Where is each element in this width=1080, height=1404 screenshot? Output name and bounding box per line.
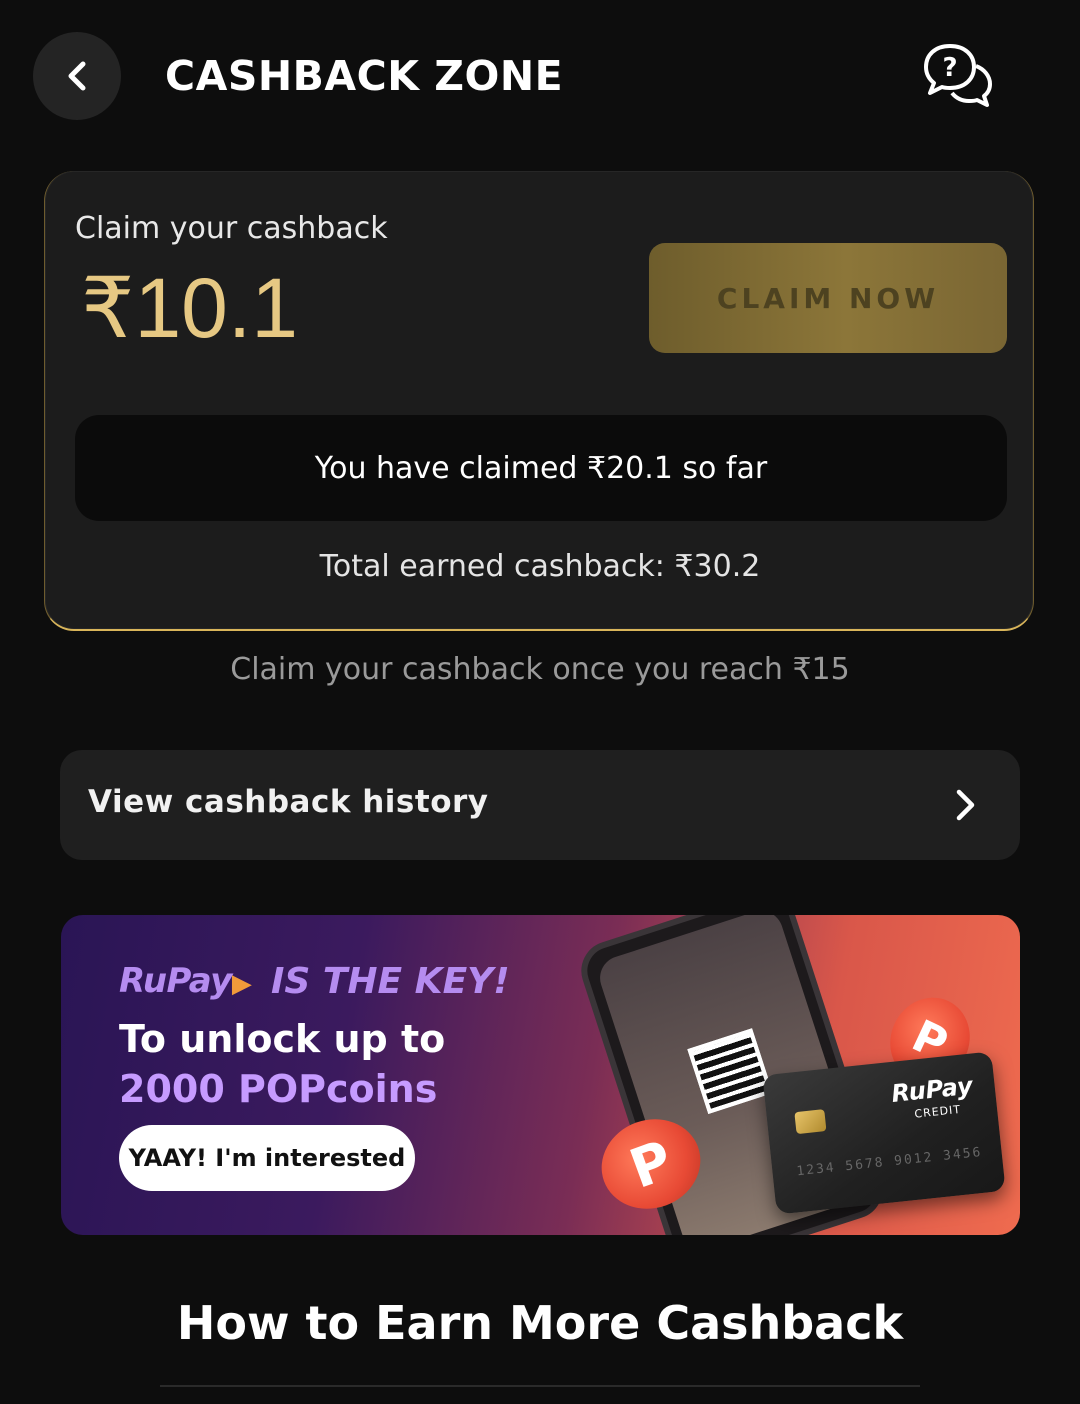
total-earned-cashback: Total earned cashback: ₹30.2 [319,549,761,584]
card-type: CREDIT [913,1102,962,1121]
rupay-card-illustration: RuPay CREDIT 1234 5678 9012 3456 [762,1051,1006,1215]
rupay-logo: RuPay▶ [119,961,252,1001]
card-chip-icon [794,1109,827,1135]
card-number: 1234 5678 9012 3456 [795,1144,984,1180]
page-title: CASHBACK ZONE [165,52,564,100]
claim-card: Claim your cashback ₹10.1 CLAIM NOW You … [44,171,1034,631]
interested-button[interactable]: YAAY! I'm interested [119,1125,415,1191]
chevron-right-icon [956,789,975,821]
help-chat-icon: ? [924,44,992,107]
rupay-promo-banner[interactable]: P P RuPay CREDIT 1234 5678 9012 3456 RuP… [61,915,1020,1235]
claim-label: Claim your cashback [75,211,388,246]
rupay-arrow-icon: ▶ [231,969,252,999]
claim-now-button[interactable]: CLAIM NOW [649,243,1007,353]
claimed-so-far: You have claimed ₹20.1 so far [75,415,1007,521]
chevron-left-icon [68,61,86,91]
section-heading: How to Earn More Cashback [176,1296,904,1350]
history-label: View cashback history [88,784,489,820]
rupay-logo-text: RuPay [119,961,232,1001]
svg-text:?: ? [942,53,957,83]
qr-code-illustration [687,1028,774,1114]
banner-headline: To unlock up to [119,1017,446,1061]
claim-amount: ₹10.1 [81,261,298,355]
help-button[interactable]: ? [920,40,996,116]
banner-popcoins: 2000 POPcoins [119,1067,438,1111]
banner-tagline: IS THE KEY! [271,961,510,1002]
divider [160,1385,920,1387]
view-cashback-history-button[interactable]: View cashback history [60,750,1020,860]
claim-threshold-note: Claim your cashback once you reach ₹15 [230,652,850,687]
card-brand: RuPay [890,1071,974,1108]
back-button[interactable] [33,32,121,120]
cashback-zone-screen: CASHBACK ZONE ? Claim your cashback ₹10.… [0,0,1080,1404]
